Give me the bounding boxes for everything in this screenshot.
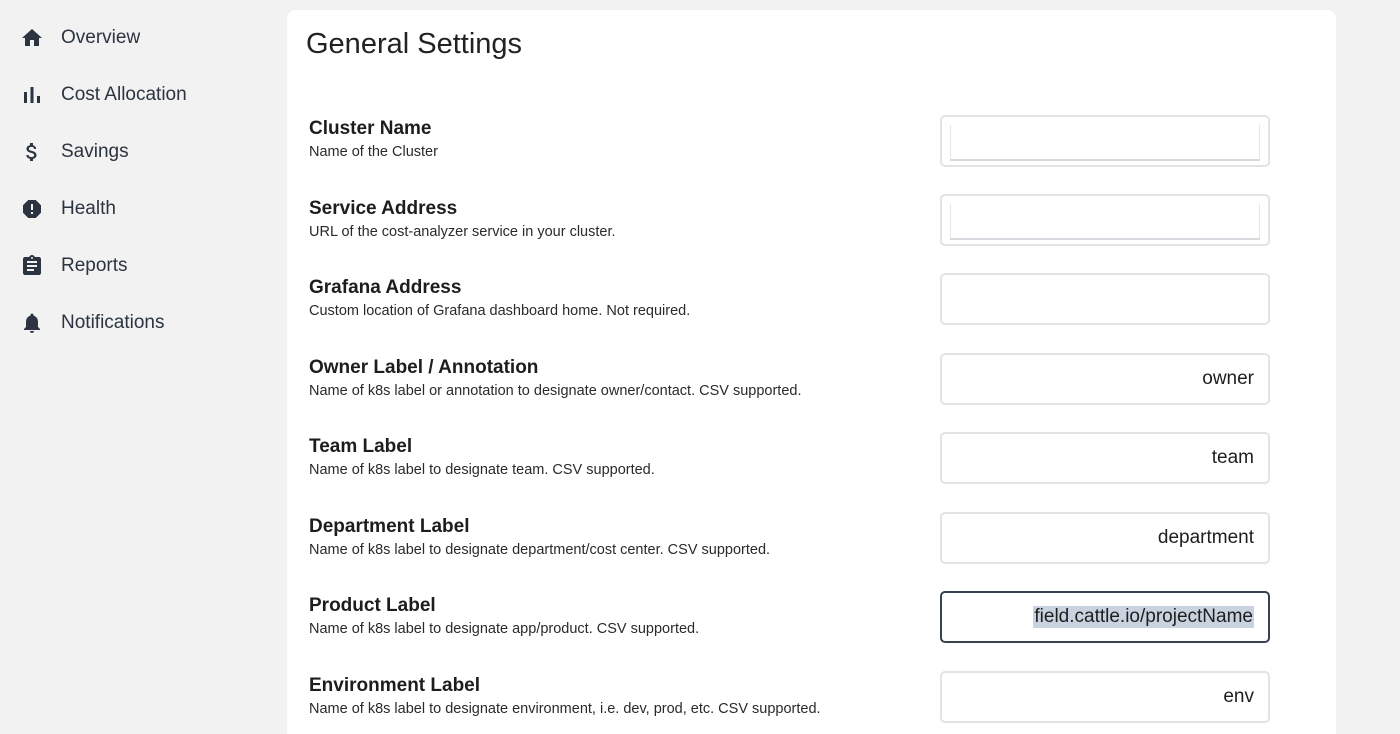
owner-label-input[interactable]: owner	[940, 353, 1270, 405]
sidebar-item-label: Notifications	[61, 312, 165, 333]
setting-product-label: Product Label Name of k8s label to desig…	[309, 591, 1309, 655]
sidebar-item-label: Health	[61, 198, 116, 219]
clipboard-icon	[18, 252, 46, 280]
setting-service-address: Service Address URL of the cost-analyzer…	[309, 194, 1309, 258]
setting-title: Product Label	[309, 595, 436, 616]
setting-title: Owner Label / Annotation	[309, 357, 539, 378]
sidebar-item-health[interactable]: Health	[18, 189, 268, 229]
cluster-name-input[interactable]	[940, 115, 1270, 167]
sidebar-item-label: Reports	[61, 255, 128, 276]
setting-description: Name of k8s label to designate app/produ…	[309, 621, 700, 637]
department-label-input[interactable]: department	[940, 512, 1270, 564]
service-address-input[interactable]	[940, 194, 1270, 246]
setting-title: Cluster Name	[309, 118, 432, 139]
setting-owner-label: Owner Label / Annotation Name of k8s lab…	[309, 353, 1309, 417]
bar-chart-icon	[18, 81, 46, 109]
sidebar-item-notifications[interactable]: Notifications	[18, 303, 268, 343]
alert-icon	[18, 195, 46, 223]
sidebar-item-label: Cost Allocation	[61, 84, 187, 105]
setting-title: Service Address	[309, 198, 458, 219]
setting-grafana-address: Grafana Address Custom location of Grafa…	[309, 273, 1309, 337]
settings-card: General Settings Cluster Name Name of th…	[287, 10, 1336, 734]
setting-title: Grafana Address	[309, 277, 462, 298]
app-root: Overview Cost Allocation Savings Health …	[0, 0, 1400, 734]
sidebar-item-overview[interactable]: Overview	[18, 18, 268, 58]
sidebar-item-label: Savings	[61, 141, 129, 162]
selected-text: field.cattle.io/projectName	[1033, 606, 1254, 628]
team-label-input[interactable]: team	[940, 432, 1270, 484]
setting-cluster-name: Cluster Name Name of the Cluster	[309, 115, 1309, 178]
setting-environment-label: Environment Label Name of k8s label to d…	[309, 671, 1309, 734]
product-label-input[interactable]: field.cattle.io/projectName	[940, 591, 1270, 643]
page-title: General Settings	[306, 28, 523, 60]
sidebar-item-reports[interactable]: Reports	[18, 246, 268, 286]
setting-description: Name of k8s label to designate team. CSV…	[309, 462, 655, 478]
sidebar-item-cost-allocation[interactable]: Cost Allocation	[18, 75, 268, 115]
sidebar: Overview Cost Allocation Savings Health …	[0, 0, 287, 734]
home-icon	[18, 24, 46, 52]
setting-department-label: Department Label Name of k8s label to de…	[309, 512, 1309, 576]
sidebar-item-savings[interactable]: Savings	[18, 132, 268, 172]
sidebar-item-label: Overview	[61, 27, 141, 48]
setting-title: Department Label	[309, 516, 470, 537]
setting-title: Team Label	[309, 436, 413, 457]
setting-description: Name of k8s label to designate departmen…	[309, 542, 771, 558]
setting-team-label: Team Label Name of k8s label to designat…	[309, 432, 1309, 496]
setting-title: Environment Label	[309, 675, 481, 696]
setting-description: Name of the Cluster	[309, 144, 438, 160]
dollar-icon	[18, 138, 46, 166]
environment-label-input[interactable]: env	[940, 671, 1270, 723]
setting-description: Name of k8s label or annotation to desig…	[309, 383, 802, 399]
bell-icon	[18, 309, 46, 337]
setting-description: Custom location of Grafana dashboard hom…	[309, 303, 691, 319]
grafana-address-input[interactable]	[940, 273, 1270, 325]
setting-description: Name of k8s label to designate environme…	[309, 701, 821, 717]
setting-description: URL of the cost-analyzer service in your…	[309, 224, 616, 240]
